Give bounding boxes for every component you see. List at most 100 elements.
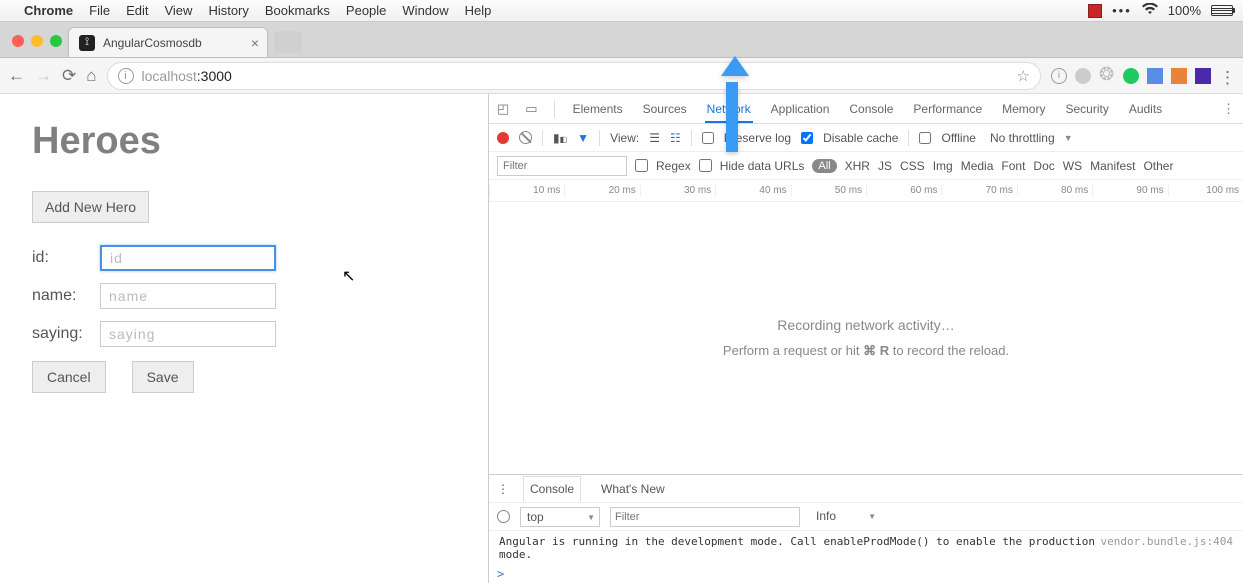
menu-file[interactable]: File (89, 3, 110, 18)
tab-performance[interactable]: Performance (911, 95, 984, 123)
offline-checkbox[interactable] (919, 132, 931, 144)
macos-menubar: Chrome File Edit View History Bookmarks … (0, 0, 1243, 22)
menu-view[interactable]: View (164, 3, 192, 18)
filter-type-media[interactable]: Media (961, 159, 994, 173)
filter-type-doc[interactable]: Doc (1033, 159, 1054, 173)
timeline-tick: 50 ms (791, 185, 866, 196)
annotation-arrow-icon (721, 142, 743, 222)
zoom-window-button[interactable] (50, 35, 62, 47)
filter-type-manifest[interactable]: Manifest (1090, 159, 1135, 173)
grammarly-extension-icon[interactable] (1123, 68, 1139, 84)
extension-icon[interactable]: i (1051, 68, 1067, 84)
hide-data-urls-checkbox[interactable] (699, 159, 712, 172)
console-toolbar: top Info (489, 503, 1243, 531)
extension-icon[interactable] (1147, 68, 1163, 84)
drawer-menu-icon[interactable]: ⋮ (497, 482, 509, 496)
console-filter-input[interactable] (610, 507, 800, 527)
timeline-tick: 80 ms (1017, 185, 1092, 196)
filter-type-xhr[interactable]: XHR (845, 159, 870, 173)
console-source-link[interactable]: vendor.bundle.js:404 (1101, 535, 1233, 561)
favicon-icon: ⟟ (79, 35, 95, 51)
menu-bookmarks[interactable]: Bookmarks (265, 3, 330, 18)
tab-application[interactable]: Application (769, 95, 832, 123)
address-bar[interactable]: i localhost:3000 ☆ (107, 62, 1041, 90)
devtools-tab-bar: ◰ ▭ Elements Sources Network Application… (489, 94, 1243, 124)
filter-type-all[interactable]: All (812, 159, 836, 173)
tab-elements[interactable]: Elements (571, 95, 625, 123)
divider (542, 130, 543, 146)
throttling-select[interactable]: No throttling (990, 131, 1073, 145)
window-controls (8, 35, 68, 57)
new-tab-button[interactable] (274, 31, 302, 53)
drawer-tab-whatsnew[interactable]: What's New (595, 477, 671, 501)
network-timeline[interactable]: 10 ms 20 ms 30 ms 40 ms 50 ms 60 ms 70 m… (489, 180, 1243, 202)
name-input[interactable] (100, 283, 276, 309)
close-window-button[interactable] (12, 35, 24, 47)
extension-icon[interactable] (1195, 68, 1211, 84)
filter-type-img[interactable]: Img (933, 159, 953, 173)
filter-type-ws[interactable]: WS (1063, 159, 1082, 173)
view-list-icon[interactable]: ☰ (649, 131, 660, 145)
menu-window[interactable]: Window (402, 3, 448, 18)
extension-icon[interactable] (1171, 68, 1187, 84)
network-filter-input[interactable] (497, 156, 627, 176)
reload-button[interactable]: ⟳ (62, 66, 76, 86)
saying-input[interactable] (100, 321, 276, 347)
hint-message: Perform a request or hit ⌘ R to record t… (723, 343, 1009, 359)
filter-type-js[interactable]: JS (878, 159, 892, 173)
menu-history[interactable]: History (208, 3, 248, 18)
app-name[interactable]: Chrome (24, 3, 73, 18)
record-button[interactable] (497, 132, 509, 144)
close-tab-icon[interactable]: × (251, 35, 259, 51)
chrome-menu-icon[interactable]: ⋮ (1219, 68, 1235, 84)
save-button[interactable]: Save (132, 361, 194, 393)
inspect-element-icon[interactable]: ◰ (497, 101, 509, 117)
tab-memory[interactable]: Memory (1000, 95, 1047, 123)
regex-checkbox[interactable] (635, 159, 648, 172)
clear-button[interactable] (519, 131, 532, 144)
menu-help[interactable]: Help (465, 3, 492, 18)
filter-type-font[interactable]: Font (1001, 159, 1025, 173)
view-large-icon[interactable]: ☷ (670, 131, 681, 145)
clear-console-icon[interactable] (497, 510, 510, 523)
devtools-panel: ◰ ▭ Elements Sources Network Application… (488, 94, 1243, 583)
minimize-window-button[interactable] (31, 35, 43, 47)
timeline-tick: 10 ms (489, 185, 564, 196)
tab-sources[interactable]: Sources (641, 95, 689, 123)
battery-icon[interactable] (1211, 5, 1233, 16)
drawer-tab-console[interactable]: Console (523, 476, 581, 502)
log-level-select[interactable]: Info (810, 507, 880, 527)
menu-edit[interactable]: Edit (126, 3, 148, 18)
saying-label: saying: (32, 325, 100, 343)
tab-security[interactable]: Security (1063, 95, 1110, 123)
preserve-log-checkbox[interactable] (702, 132, 714, 144)
browser-tab[interactable]: ⟟ AngularCosmosdb × (68, 27, 268, 57)
devtools-menu-icon[interactable]: ⋮ (1222, 101, 1235, 117)
wifi-icon[interactable] (1142, 3, 1158, 18)
id-input[interactable] (100, 245, 276, 271)
context-select[interactable]: top (520, 507, 600, 527)
menubar-overflow-icon[interactable]: ••• (1112, 3, 1132, 18)
console-log-row: Angular is running in the development mo… (489, 531, 1243, 565)
site-info-icon[interactable]: i (118, 68, 134, 84)
filter-type-other[interactable]: Other (1143, 159, 1173, 173)
extension-icon[interactable]: ❂ (1099, 68, 1115, 84)
filter-toggle-icon[interactable]: ▼ (577, 131, 589, 145)
back-button[interactable]: ← (8, 66, 25, 86)
menu-people[interactable]: People (346, 3, 386, 18)
filter-type-css[interactable]: CSS (900, 159, 925, 173)
view-label: View: (610, 131, 639, 145)
tab-audits[interactable]: Audits (1127, 95, 1164, 123)
add-new-hero-button[interactable]: Add New Hero (32, 191, 149, 223)
disable-cache-checkbox[interactable] (801, 132, 813, 144)
drawer-tab-bar: ⋮ Console What's New (489, 475, 1243, 503)
home-button[interactable]: ⌂ (86, 66, 96, 86)
bookmark-star-icon[interactable]: ☆ (1017, 67, 1030, 85)
tab-console[interactable]: Console (847, 95, 895, 123)
extension-icon[interactable] (1075, 68, 1091, 84)
cancel-button[interactable]: Cancel (32, 361, 106, 393)
console-prompt[interactable]: > (489, 565, 1243, 583)
device-toggle-icon[interactable]: ▭ (525, 101, 537, 117)
menubar-extra-icon[interactable] (1088, 4, 1102, 18)
capture-screenshot-icon[interactable]: ▮◧ (553, 131, 567, 145)
